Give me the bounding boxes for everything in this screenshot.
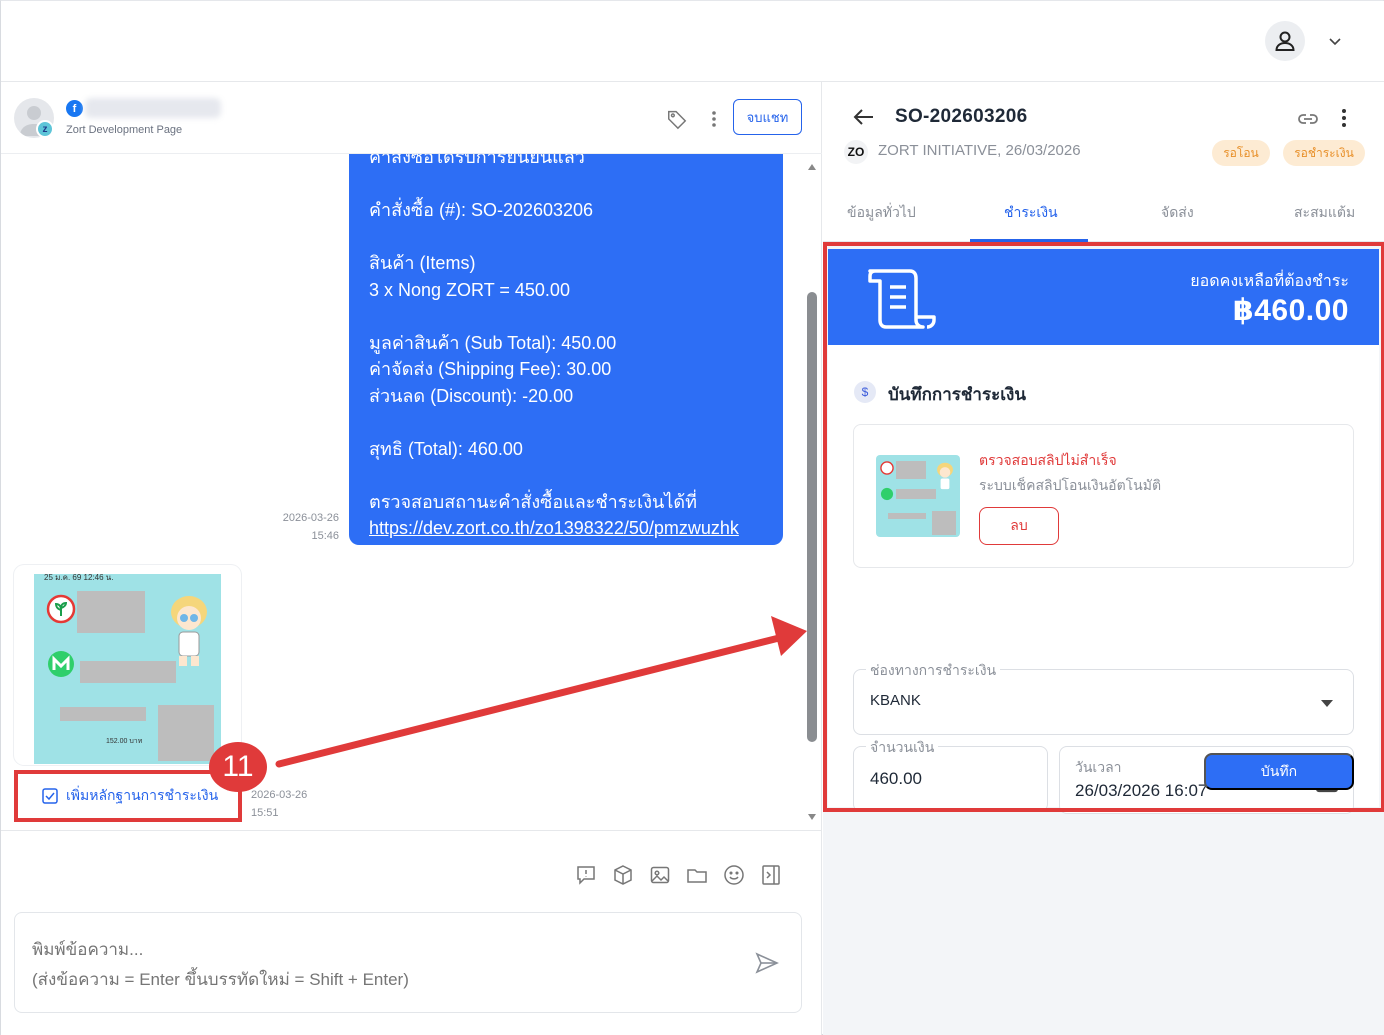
message-line: มูลค่าสินค้า (Sub Total): 450.00 xyxy=(369,332,617,353)
add-payment-proof-label: เพิ่มหลักฐานการชำระเงิน xyxy=(66,787,219,803)
chat-header: z f Zort Development Page จบแชท xyxy=(1,82,822,154)
slip-header: 25 ม.ค. 69 12:46 น. xyxy=(44,574,114,582)
tab-shipping[interactable]: จัดส่ง xyxy=(1161,202,1194,224)
divider xyxy=(1,830,822,831)
message-line xyxy=(369,409,763,436)
folder-icon[interactable] xyxy=(686,864,708,886)
redacted-block xyxy=(77,591,145,633)
order-panel: SO-202603206 ZO ZORT INITIATIVE, 26/03/2… xyxy=(823,82,1384,1035)
message-line: สุทธิ (Total): 460.00 xyxy=(369,438,523,459)
message-input[interactable] xyxy=(32,935,732,995)
chevron-down-icon[interactable] xyxy=(1325,31,1345,51)
more-vertical-icon[interactable] xyxy=(1338,107,1350,129)
highlight-frame xyxy=(823,242,1384,812)
receipt-check-icon xyxy=(42,788,58,804)
more-vertical-icon[interactable] xyxy=(705,108,723,130)
order-header: SO-202603206 ZO ZORT INITIATIVE, 26/03/2… xyxy=(823,82,1384,242)
tab-points[interactable]: สะสมแต้ม xyxy=(1294,202,1355,224)
product-box-icon[interactable] xyxy=(612,864,634,886)
tab-payment[interactable]: ชำระเงิน xyxy=(1004,202,1058,224)
step-number-badge: 11 xyxy=(209,742,267,792)
status-badge-transfer: รอโอน xyxy=(1212,140,1270,166)
tab-general[interactable]: ข้อมูลทั่วไป xyxy=(847,202,916,224)
user-avatar[interactable] xyxy=(1265,21,1305,61)
message-line: ค่าจัดส่ง (Shipping Fee): 30.00 xyxy=(369,359,612,379)
scroll-up-icon[interactable] xyxy=(807,162,817,172)
zort-badge-icon: z xyxy=(36,120,54,138)
order-message-bubble: คำสั่งซื้อได้รับการยืนยันแล้วคำสั่งซื้อ … xyxy=(349,154,783,545)
facebook-icon: f xyxy=(66,100,83,117)
scrollbar-thumb[interactable] xyxy=(807,292,817,742)
slip-amount: 152.00 บาท xyxy=(106,738,143,745)
message-line: ตรวจสอบสถานะคำสั่งซื้อและชำระเงินได้ที่ xyxy=(369,491,697,512)
side-panel-icon[interactable] xyxy=(760,864,782,886)
message-timestamp: 2026-03-26 15:46 xyxy=(263,509,339,545)
image-icon[interactable] xyxy=(649,864,671,886)
message-text: คำสั่งซื้อได้รับการยืนยันแล้วคำสั่งซื้อ … xyxy=(369,154,763,515)
message-line xyxy=(369,171,763,198)
company-logo: ZO xyxy=(844,140,868,164)
contact-name-blurred xyxy=(85,98,221,118)
user-icon xyxy=(1275,31,1295,51)
message-line: สินค้า (Items) xyxy=(369,253,476,273)
message-line: ส่วนลด (Discount): -20.00 xyxy=(369,385,574,406)
slip-image: 25 ม.ค. 69 12:46 น. 152.00 บาท xyxy=(34,574,221,764)
make-logo-icon xyxy=(48,651,74,677)
order-number: SO-202603206 xyxy=(895,106,1028,127)
order-tabs: ข้อมูลทั่วไป ชำระเงิน จัดส่ง สะสมแต้ม xyxy=(823,184,1384,242)
order-status-link[interactable]: https://dev.zort.co.th/zo1398322/50/pmzw… xyxy=(369,518,739,538)
scroll-down-icon[interactable] xyxy=(807,812,817,822)
message-line: คำสั่งซื้อ (#): SO-202603206 xyxy=(369,200,594,220)
timestamp-date: 2026-03-26 xyxy=(282,512,339,524)
emoji-icon[interactable] xyxy=(723,864,745,886)
message-input-box xyxy=(14,912,802,1013)
end-chat-button[interactable]: จบแชท xyxy=(733,99,802,135)
slip-image-message[interactable]: 25 ม.ค. 69 12:46 น. 152.00 บาท xyxy=(14,565,241,765)
status-badge-payment: รอชำระเงิน xyxy=(1283,140,1365,166)
message-line xyxy=(369,224,763,251)
message-line: 3 x Nong ZORT = 450.00 xyxy=(369,279,570,300)
tag-icon[interactable] xyxy=(666,108,688,130)
app-window: z f Zort Development Page จบแชท คำสั่งซื… xyxy=(0,0,1384,1035)
add-payment-proof-button[interactable]: เพิ่มหลักฐานการชำระเงิน xyxy=(14,770,242,822)
back-arrow-icon[interactable] xyxy=(853,106,875,128)
timestamp-time: 15:46 xyxy=(311,530,339,542)
composer-toolbar xyxy=(575,864,782,886)
redacted-block xyxy=(80,661,176,683)
message-timestamp: 2026-03-26 15:51 xyxy=(251,786,307,822)
chat-panel: z f Zort Development Page จบแชท คำสั่งซื… xyxy=(1,82,822,1035)
timestamp-date: 2026-03-26 xyxy=(251,789,308,801)
message-list[interactable]: คำสั่งซื้อได้รับการยืนยันแล้วคำสั่งซื้อ … xyxy=(1,154,804,830)
quick-reply-icon[interactable] xyxy=(575,864,597,886)
message-line xyxy=(369,462,763,489)
link-icon[interactable] xyxy=(1296,107,1320,131)
top-bar xyxy=(1,1,1384,82)
message-line xyxy=(369,303,763,330)
message-line: คำสั่งซื้อได้รับการยืนยันแล้ว xyxy=(369,154,585,167)
kbank-logo-icon xyxy=(46,594,76,624)
timestamp-time: 15:51 xyxy=(251,807,279,819)
redacted-block xyxy=(60,707,146,721)
page-name: Zort Development Page xyxy=(66,124,183,136)
redacted-block xyxy=(158,705,214,761)
company-date: ZORT INITIATIVE, 26/03/2026 xyxy=(878,142,1081,159)
send-icon[interactable] xyxy=(754,950,780,976)
